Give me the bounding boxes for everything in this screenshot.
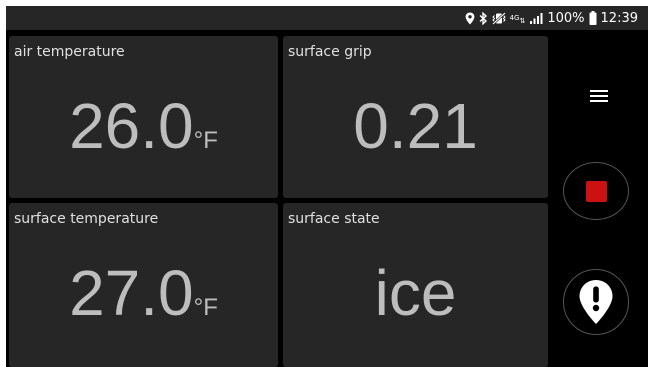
network-label: 4G <box>509 13 520 22</box>
stop-icon <box>585 180 607 202</box>
report-hazard-button[interactable] <box>563 269 629 335</box>
bluetooth-icon <box>479 11 488 25</box>
signal-icon <box>529 12 543 24</box>
app-screen: 4G ⇅ 100% 12:39 air temperature 26.0°F su… <box>6 6 648 367</box>
tile-label: surface temperature <box>14 211 159 227</box>
stop-recording-button[interactable] <box>563 162 629 220</box>
menu-icon-bar <box>590 100 608 102</box>
location-icon <box>465 12 475 25</box>
air-temperature-value-row: 26.0°F <box>9 88 278 179</box>
tile-value: 0.21 <box>353 90 478 162</box>
vibrate-icon <box>491 11 506 25</box>
menu-button[interactable] <box>584 84 614 108</box>
clock: 12:39 <box>600 10 638 26</box>
surface-temperature-value-row: 27.0°F <box>9 255 278 346</box>
tile-value: ice <box>374 257 457 329</box>
alert-pin-icon <box>579 280 613 324</box>
surface-grip-value-row: 0.21 <box>283 88 548 179</box>
surface-grip-tile[interactable]: surface grip 0.21 <box>283 36 548 198</box>
status-bar: 4G ⇅ 100% 12:39 <box>6 6 648 30</box>
tile-unit: °F <box>193 127 218 154</box>
menu-icon-bar <box>590 95 608 97</box>
surface-state-value-row: ice <box>283 255 548 346</box>
surface-state-tile[interactable]: surface state ice <box>283 203 548 367</box>
tile-unit: °F <box>193 294 218 321</box>
air-temperature-tile[interactable]: air temperature 26.0°F <box>9 36 278 198</box>
surface-temperature-tile[interactable]: surface temperature 27.0°F <box>9 203 278 367</box>
battery-percent: 100% <box>547 10 585 26</box>
battery-icon <box>589 11 597 25</box>
tile-label: surface grip <box>288 44 372 60</box>
tile-value: 27.0 <box>69 257 194 329</box>
tile-value: 26.0 <box>69 90 194 162</box>
tile-label: surface state <box>288 211 380 227</box>
network-icon: 4G ⇅ <box>509 13 526 25</box>
tile-label: air temperature <box>14 44 125 60</box>
side-panel <box>552 30 648 367</box>
menu-icon-bar <box>590 90 608 92</box>
